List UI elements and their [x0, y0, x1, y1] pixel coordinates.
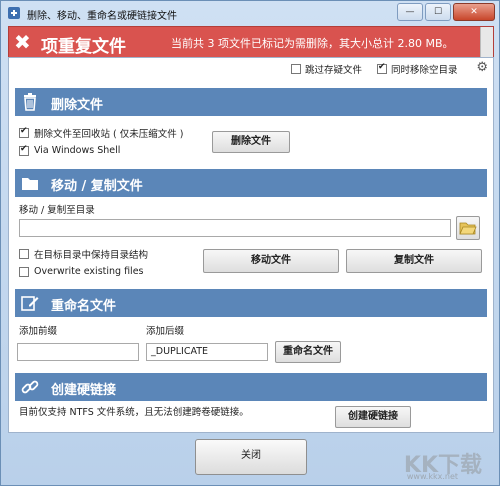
- open-folder-icon: [459, 222, 477, 235]
- shell-option[interactable]: Via Windows Shell: [19, 144, 121, 156]
- remove-empty-option[interactable]: 同时移除空目录: [377, 62, 458, 76]
- app-icon: [8, 7, 20, 19]
- skip-suspect-checkbox[interactable]: [291, 64, 301, 74]
- rename-section-header: 重命名文件: [15, 289, 487, 317]
- content-panel: 跳过存疑文件 同时移除空目录 ⚙ 删除文件 删除文件至回收站 ( 仅未压缩文件 …: [8, 57, 494, 433]
- move-section-header: 移动 / 复制文件: [15, 169, 487, 197]
- window-title: 删除、移动、重命名或硬链接文件: [27, 11, 177, 22]
- banner-title: 项重复文件: [41, 37, 126, 57]
- footer-bar: 关闭 KK下载 www.kkx.net: [8, 433, 492, 483]
- remove-empty-label: 同时移除空目录: [391, 65, 458, 76]
- rename-section-title: 重命名文件: [51, 299, 117, 314]
- target-dir-label: 移动 / 复制至目录: [19, 205, 95, 216]
- target-dir-input[interactable]: [19, 219, 451, 237]
- minimize-button[interactable]: —: [397, 3, 423, 21]
- x-icon: ✖: [14, 30, 31, 54]
- suffix-input[interactable]: _DUPLICATE: [146, 343, 268, 361]
- keep-structure-label: 在目标目录中保持目录结构: [34, 250, 149, 261]
- remove-empty-checkbox[interactable]: [377, 62, 387, 74]
- banner-status: 当前共 3 项文件已标记为需删除，其大小总计 2.80 MB。: [171, 37, 454, 50]
- skip-suspect-label: 跳过存疑文件: [305, 65, 363, 76]
- link-icon: [21, 380, 39, 394]
- delete-section-title: 删除文件: [51, 98, 104, 113]
- prefix-input[interactable]: [17, 343, 139, 361]
- delete-files-button[interactable]: 删除文件: [212, 131, 290, 153]
- delete-section-header: 删除文件: [15, 88, 487, 116]
- edit-icon: [21, 296, 39, 311]
- overwrite-label: Overwrite existing files: [34, 266, 144, 277]
- maximize-button[interactable]: ☐: [425, 3, 451, 21]
- watermark-url: www.kkx.net: [406, 472, 458, 481]
- gear-icon[interactable]: ⚙: [476, 60, 488, 75]
- keep-structure-checkbox[interactable]: [19, 249, 29, 259]
- hardlink-note: 目前仅支持 NTFS 文件系统，且无法创建跨卷硬链接。: [19, 407, 249, 418]
- shell-label: Via Windows Shell: [34, 145, 121, 156]
- close-button[interactable]: 关闭: [195, 439, 307, 475]
- rename-files-button[interactable]: 重命名文件: [275, 341, 341, 363]
- recycle-checkbox[interactable]: [19, 126, 29, 138]
- hardlink-section-title: 创建硬链接: [51, 383, 117, 398]
- banner-scrollbar[interactable]: [480, 27, 493, 57]
- suffix-label: 添加后缀: [146, 326, 185, 337]
- overwrite-option[interactable]: Overwrite existing files: [19, 266, 144, 277]
- trash-icon: [24, 93, 36, 111]
- create-hardlink-button[interactable]: 创建硬链接: [335, 406, 411, 428]
- hardlink-section-header: 创建硬链接: [15, 373, 487, 401]
- close-window-button[interactable]: ✕: [453, 3, 495, 21]
- prefix-label: 添加前缀: [19, 326, 58, 337]
- dialog-window: 删除、移动、重命名或硬链接文件 — ☐ ✕ ✖ 项重复文件 当前共 3 项文件已…: [0, 0, 500, 486]
- move-section-title: 移动 / 复制文件: [51, 179, 143, 194]
- window-controls: — ☐ ✕: [397, 3, 495, 21]
- status-banner: ✖ 项重复文件 当前共 3 项文件已标记为需删除，其大小总计 2.80 MB。: [8, 26, 494, 58]
- folder-icon: [22, 178, 38, 190]
- skip-suspect-option[interactable]: 跳过存疑文件: [291, 62, 362, 76]
- browse-folder-button[interactable]: [456, 216, 480, 240]
- recycle-label: 删除文件至回收站 ( 仅未压缩文件 ): [34, 129, 184, 140]
- keep-structure-option[interactable]: 在目标目录中保持目录结构: [19, 247, 148, 261]
- move-files-button[interactable]: 移动文件: [203, 249, 339, 273]
- shell-checkbox[interactable]: [19, 144, 29, 156]
- title-bar: 删除、移动、重命名或硬链接文件 — ☐ ✕: [1, 1, 499, 25]
- copy-files-button[interactable]: 复制文件: [346, 249, 482, 273]
- overwrite-checkbox[interactable]: [19, 266, 29, 277]
- recycle-option[interactable]: 删除文件至回收站 ( 仅未压缩文件 ): [19, 126, 183, 140]
